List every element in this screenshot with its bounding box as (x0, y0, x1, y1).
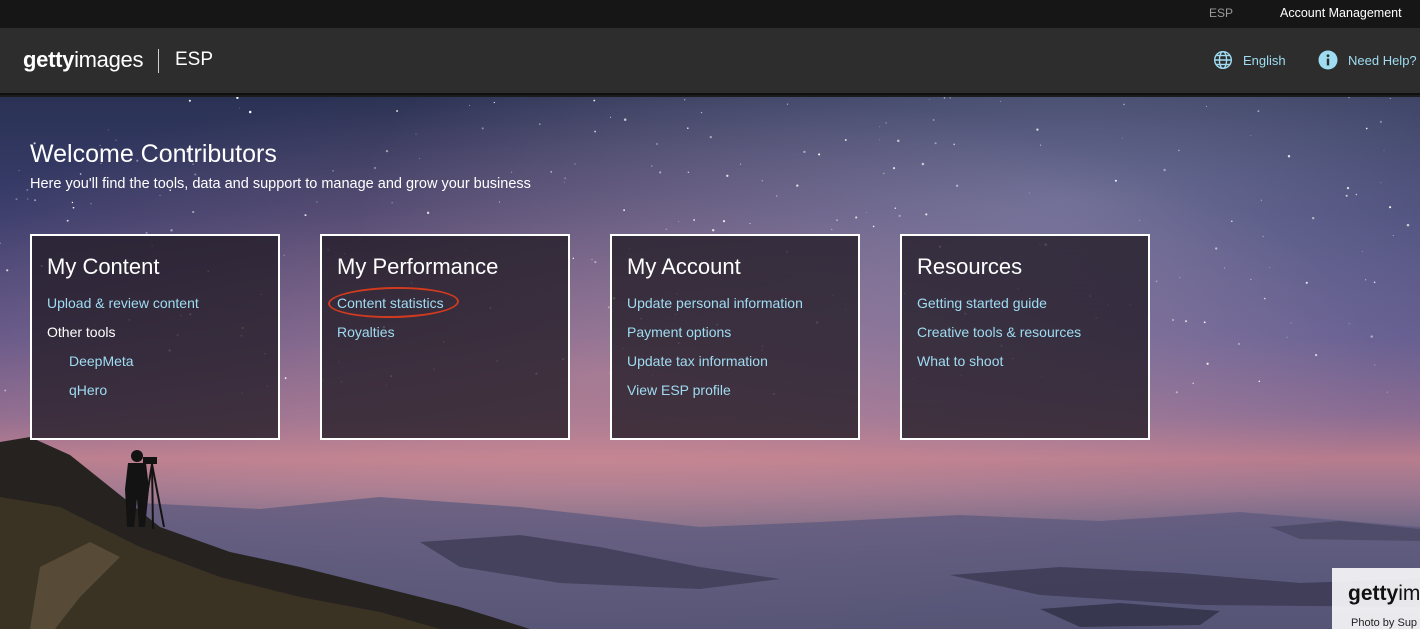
card-title-my-content: My Content (47, 254, 160, 279)
card-my-performance: My Performance Content statistics Royalt… (320, 234, 570, 440)
view-esp-profile-link[interactable]: View ESP profile (627, 376, 843, 405)
hero-banner: Welcome Contributors Here you'll find th… (0, 97, 1420, 629)
language-selector[interactable]: English (1213, 50, 1286, 70)
need-help-link[interactable]: Need Help? (1318, 50, 1417, 70)
utility-bar: ESP Account Management (0, 0, 1420, 28)
language-label: English (1243, 52, 1286, 68)
creative-tools-resources-link[interactable]: Creative tools & resources (917, 318, 1133, 347)
brand-esp[interactable]: ESP (175, 49, 213, 71)
getting-started-guide-link[interactable]: Getting started guide (917, 289, 1133, 318)
update-tax-information-link[interactable]: Update tax information (627, 347, 843, 376)
welcome-subtitle: Here you'll find the tools, data and sup… (30, 176, 531, 192)
logo-divider (158, 49, 159, 73)
photo-credit: Photo by Sup (1351, 617, 1418, 629)
info-circle-icon (1318, 50, 1338, 70)
gettyimages-watermark: gettyimages Photo by Sup (1332, 568, 1420, 629)
globe-icon (1213, 50, 1233, 70)
card-resources: Resources Getting started guide Creative… (900, 234, 1150, 440)
qhero-link[interactable]: qHero (47, 376, 263, 405)
other-tools-label: Other tools (47, 324, 116, 340)
card-title-resources: Resources (917, 254, 1023, 279)
deepmeta-link[interactable]: DeepMeta (47, 347, 263, 376)
upload-review-content-link[interactable]: Upload & review content (47, 289, 263, 318)
card-my-account: My Account Update personal information P… (610, 234, 860, 440)
payment-options-link[interactable]: Payment options (627, 318, 843, 347)
what-to-shoot-link[interactable]: What to shoot (917, 347, 1133, 376)
help-label: Need Help? (1348, 52, 1417, 68)
watermark-logo: gettyimages (1348, 582, 1420, 605)
welcome-title: Welcome Contributors (30, 140, 277, 168)
card-title-my-performance: My Performance (337, 254, 499, 279)
gettyimages-logo[interactable]: gettyimages (23, 47, 143, 73)
update-personal-information-link[interactable]: Update personal information (627, 289, 843, 318)
royalties-link[interactable]: Royalties (337, 318, 553, 347)
card-my-content: My Content Upload & review content Other… (30, 234, 280, 440)
account-management-link[interactable]: Account Management (1280, 6, 1402, 20)
main-header: gettyimages ESP English Need Help? (0, 28, 1420, 95)
util-esp-link[interactable]: ESP (1209, 6, 1233, 20)
card-title-my-account: My Account (627, 254, 741, 279)
